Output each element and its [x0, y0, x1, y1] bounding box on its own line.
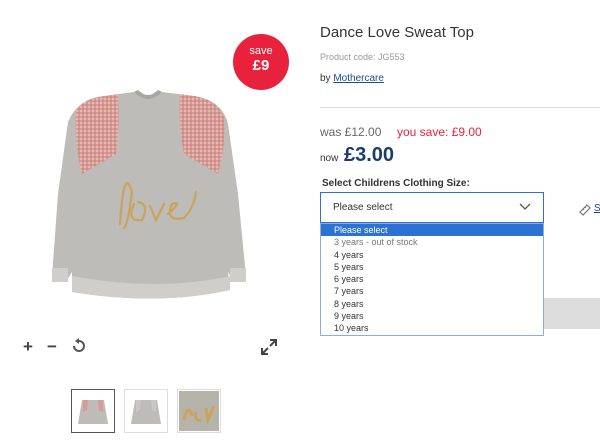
size-option[interactable]: 6 years [321, 273, 543, 285]
now-price: £3.00 [344, 144, 395, 166]
brand-link[interactable]: Mothercare [333, 73, 384, 84]
size-select-value: Please select [333, 202, 393, 213]
size-option[interactable]: 10 years [321, 322, 543, 334]
save-badge-label: save [249, 45, 273, 57]
zoom-in-icon[interactable]: + [23, 338, 33, 355]
now-label: now [320, 153, 339, 164]
save-badge-amount: £9 [252, 57, 270, 74]
save-badge: save £9 [233, 34, 289, 90]
brand-prefix: by [320, 73, 331, 84]
size-option[interactable]: 3 years - out of stock [321, 236, 543, 248]
thumbnail-front[interactable] [71, 389, 115, 433]
chevron-down-icon [519, 203, 531, 210]
size-option[interactable]: Please select [321, 224, 543, 237]
ruler-icon[interactable] [578, 203, 592, 217]
was-price: was £12.00 [320, 125, 382, 139]
size-option[interactable]: 4 years [321, 249, 543, 261]
size-guide-link[interactable]: S [594, 203, 600, 214]
size-option[interactable]: 8 years [321, 298, 543, 310]
size-option[interactable]: 7 years [321, 285, 543, 297]
thumbnail-back[interactable] [124, 389, 168, 433]
reset-icon[interactable] [71, 338, 87, 354]
size-select-label: Select Childrens Clothing Size: [322, 178, 470, 189]
size-select[interactable]: Please select [320, 192, 544, 223]
product-code: Product code: JG553 [320, 52, 405, 62]
product-title: Dance Love Sweat Top [320, 24, 474, 41]
size-option[interactable]: 5 years [321, 261, 543, 273]
zoom-out-icon[interactable]: − [47, 338, 57, 355]
brand-line: by Mothercare [320, 73, 384, 84]
you-save-amount: you save: £9.00 [397, 125, 482, 139]
add-to-basket-button[interactable] [544, 298, 600, 329]
thumbnail-detail[interactable] [177, 389, 221, 433]
size-dropdown-list[interactable]: Please select 3 years - out of stock 4 yea… [320, 223, 544, 336]
divider [320, 107, 600, 108]
expand-icon[interactable] [260, 338, 278, 356]
size-option[interactable]: 9 years [321, 310, 543, 322]
